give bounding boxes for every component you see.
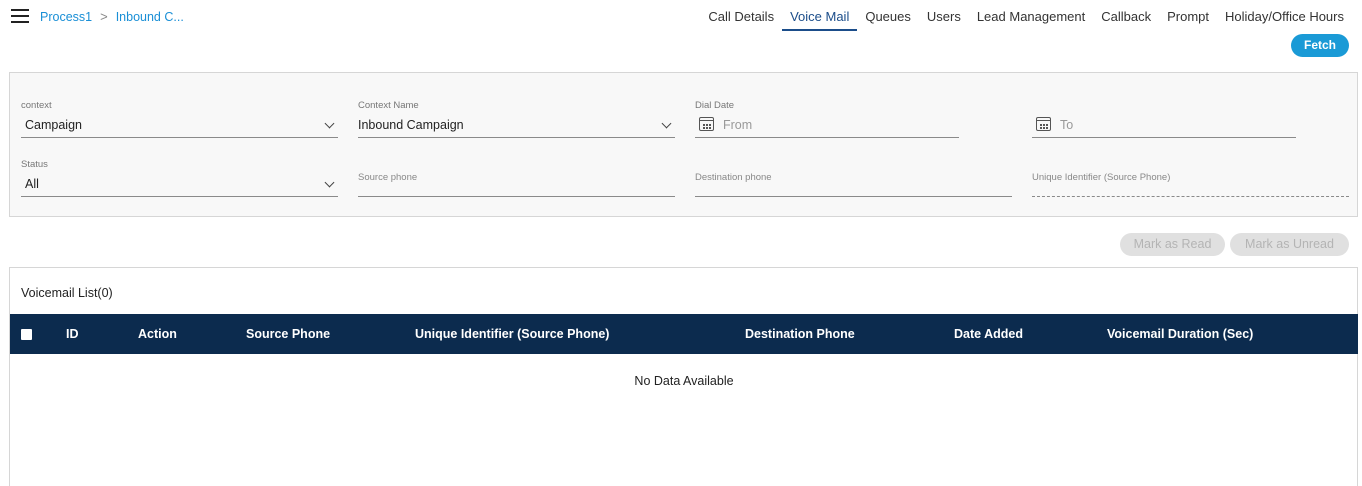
breadcrumb: Process1 > Inbound C...	[40, 9, 184, 24]
dial-date-from-field[interactable]: Dial Date From	[695, 100, 959, 138]
select-all-checkbox[interactable]	[21, 329, 32, 340]
voicemail-list-panel: Voicemail List(0) ID Action Source Phone…	[9, 267, 1358, 486]
column-header-action[interactable]: Action	[138, 314, 177, 354]
dial-date-to-placeholder: To	[1060, 118, 1074, 132]
context-name-label: Context Name	[358, 100, 419, 111]
breadcrumb-campaign[interactable]: Inbound C...	[116, 10, 184, 24]
calendar-icon[interactable]	[699, 117, 714, 131]
top-nav: Call Details Voice Mail Queues Users Lea…	[700, 0, 1352, 31]
source-phone-placeholder: Source phone	[358, 172, 418, 183]
dial-date-from-placeholder: From	[723, 118, 753, 132]
tab-users[interactable]: Users	[919, 0, 969, 31]
context-select[interactable]: context Campaign	[21, 100, 338, 138]
mark-as-read-button[interactable]: Mark as Read	[1120, 233, 1225, 256]
fetch-button[interactable]: Fetch	[1291, 34, 1349, 57]
context-name-value: Inbound Campaign	[358, 118, 464, 132]
table-header: ID Action Source Phone Unique Identifier…	[10, 314, 1358, 354]
tab-queues[interactable]: Queues	[857, 0, 919, 31]
mark-as-unread-button[interactable]: Mark as Unread	[1230, 233, 1349, 256]
chevron-down-icon	[324, 177, 335, 188]
column-header-id[interactable]: ID	[66, 314, 79, 354]
tab-voice-mail[interactable]: Voice Mail	[782, 0, 858, 31]
status-label: Status	[21, 159, 48, 170]
column-header-destination-phone[interactable]: Destination Phone	[745, 314, 855, 354]
unique-identifier-placeholder: Unique Identifier (Source Phone)	[1032, 172, 1171, 183]
tab-call-details[interactable]: Call Details	[700, 0, 782, 31]
column-header-date-added[interactable]: Date Added	[954, 314, 1023, 354]
chevron-down-icon	[661, 118, 672, 129]
chevron-down-icon	[324, 118, 335, 129]
destination-phone-placeholder: Destination phone	[695, 172, 772, 183]
dial-date-label: Dial Date	[695, 100, 735, 111]
status-value: All	[25, 177, 39, 191]
column-header-unique-identifier[interactable]: Unique Identifier (Source Phone)	[415, 314, 609, 354]
chevron-right-icon: >	[100, 9, 108, 24]
hamburger-menu-icon[interactable]	[11, 9, 29, 23]
context-label: context	[21, 100, 52, 111]
voicemail-list-title: Voicemail List(0)	[21, 286, 113, 300]
tab-holiday-office-hours[interactable]: Holiday/Office Hours	[1217, 0, 1352, 31]
tab-callback[interactable]: Callback	[1093, 0, 1159, 31]
filter-panel: context Campaign Context Name Inbound Ca…	[9, 72, 1358, 217]
unique-identifier-input: Unique Identifier (Source Phone)	[1032, 159, 1349, 197]
destination-phone-input[interactable]: Destination phone	[695, 159, 1012, 197]
status-select[interactable]: Status All	[21, 159, 338, 197]
breadcrumb-process[interactable]: Process1	[40, 10, 92, 24]
tab-prompt[interactable]: Prompt	[1159, 0, 1217, 31]
dial-date-to-field[interactable]: To	[1032, 100, 1296, 138]
empty-state-text: No Data Available	[634, 374, 734, 388]
context-name-select[interactable]: Context Name Inbound Campaign	[358, 100, 675, 138]
source-phone-input[interactable]: Source phone	[358, 159, 675, 197]
calendar-icon[interactable]	[1036, 117, 1051, 131]
context-value: Campaign	[25, 118, 82, 132]
tab-lead-management[interactable]: Lead Management	[969, 0, 1093, 31]
column-header-source-phone[interactable]: Source Phone	[246, 314, 330, 354]
column-header-voicemail-duration[interactable]: Voicemail Duration (Sec)	[1107, 314, 1253, 354]
